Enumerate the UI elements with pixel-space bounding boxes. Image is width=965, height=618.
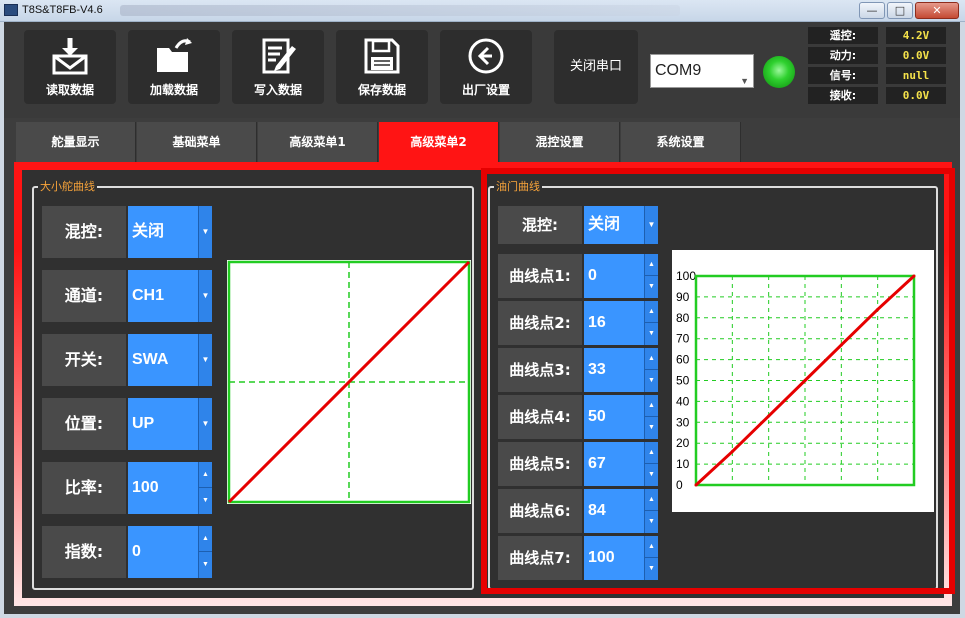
save-data-label: 保存数据 bbox=[357, 83, 406, 97]
expo-value: 0 bbox=[132, 543, 141, 560]
tab-servo-display[interactable]: 舵量显示 bbox=[16, 122, 136, 162]
title-bar: T8S&T8FB-V4.6 — □ ✕ bbox=[0, 0, 965, 22]
minimize-button[interactable]: — bbox=[859, 2, 885, 19]
spin-up-icon[interactable]: ▲ bbox=[199, 526, 212, 552]
com-port-value: COM9 bbox=[655, 62, 702, 79]
connection-led-indicator bbox=[763, 56, 795, 88]
rate-value: 100 bbox=[132, 479, 159, 496]
channel-value: CH1 bbox=[132, 287, 165, 304]
switch-select[interactable]: SWA ▼ bbox=[128, 334, 212, 386]
dual-rate-curve-title: 大小舵曲线 bbox=[38, 179, 97, 195]
status-power-value: 0.0V bbox=[886, 47, 946, 64]
position-label: 位置: bbox=[42, 398, 126, 450]
open-folder-icon bbox=[157, 38, 192, 72]
rate-label: 比率: bbox=[42, 462, 126, 514]
chevron-down-icon[interactable]: ▼ bbox=[198, 206, 212, 258]
rate-spinner[interactable]: 100 ▲ ▼ bbox=[128, 462, 212, 514]
mix-label: 混控: bbox=[42, 206, 126, 258]
expo-label: 指数: bbox=[42, 526, 126, 578]
channel-select[interactable]: CH1 ▼ bbox=[128, 270, 212, 322]
chevron-down-icon[interactable]: ▼ bbox=[198, 398, 212, 450]
chevron-down-icon: ▼ bbox=[740, 76, 749, 86]
dual-rate-curve-plot bbox=[227, 260, 471, 504]
tab-content-frame: 大小舵曲线 混控: 关闭 ▼ 通道: CH1 ▼ 开关: SWA ▼ 位置: UP ▼ … bbox=[14, 162, 955, 606]
mix-select[interactable]: 关闭 ▼ bbox=[128, 206, 212, 258]
close-button[interactable]: ✕ bbox=[915, 2, 959, 19]
position-value: UP bbox=[132, 415, 155, 432]
mix-value: 关闭 bbox=[132, 223, 165, 240]
close-serial-button[interactable]: 关闭串口 bbox=[554, 30, 638, 104]
toolbar: 读取数据 加载数据 写入数据 保存数据 出厂设置 关闭串口 COM9 ▼ 遥控:… bbox=[4, 22, 960, 118]
maximize-button[interactable]: □ bbox=[887, 2, 913, 19]
status-remote-value: 4.2V bbox=[886, 27, 946, 44]
tab-advanced-menu-1[interactable]: 高级菜单1 bbox=[258, 122, 378, 162]
spin-up-icon[interactable]: ▲ bbox=[199, 462, 212, 488]
tab-advanced-menu-2[interactable]: 高级菜单2 bbox=[379, 122, 499, 162]
tab-mix-settings[interactable]: 混控设置 bbox=[500, 122, 620, 162]
tab-system-settings[interactable]: 系统设置 bbox=[621, 122, 741, 162]
status-signal-value: null bbox=[886, 67, 946, 84]
status-power-label: 动力: bbox=[808, 47, 878, 64]
window-title: T8S&T8FB-V4.6 bbox=[22, 4, 103, 16]
expo-spinner[interactable]: 0 ▲ ▼ bbox=[128, 526, 212, 578]
reset-icon bbox=[468, 38, 504, 74]
factory-reset-button[interactable]: 出厂设置 bbox=[440, 30, 532, 104]
status-remote-label: 遥控: bbox=[808, 27, 878, 44]
load-data-button[interactable]: 加载数据 bbox=[128, 30, 220, 104]
switch-label: 开关: bbox=[42, 334, 126, 386]
load-data-label: 加载数据 bbox=[149, 83, 198, 97]
spin-down-icon[interactable]: ▼ bbox=[199, 552, 212, 578]
highlight-frame bbox=[481, 168, 955, 594]
channel-label: 通道: bbox=[42, 270, 126, 322]
save-icon bbox=[364, 38, 400, 74]
app-window: 读取数据 加载数据 写入数据 保存数据 出厂设置 关闭串口 COM9 ▼ 遥控:… bbox=[4, 22, 960, 614]
position-select[interactable]: UP ▼ bbox=[128, 398, 212, 450]
com-port-select[interactable]: COM9 ▼ bbox=[650, 54, 754, 88]
spin-down-icon[interactable]: ▼ bbox=[199, 488, 212, 514]
write-data-button[interactable]: 写入数据 bbox=[232, 30, 324, 104]
blurred-tabs-area bbox=[120, 5, 680, 16]
status-panel: 遥控: 4.2V 动力: 0.0V 信号: null 接收: 0.0V bbox=[808, 26, 946, 106]
app-icon bbox=[4, 4, 18, 16]
download-envelope-icon bbox=[52, 38, 88, 75]
edit-document-icon bbox=[262, 38, 296, 74]
chevron-down-icon[interactable]: ▼ bbox=[198, 334, 212, 386]
chevron-down-icon[interactable]: ▼ bbox=[198, 270, 212, 322]
factory-reset-label: 出厂设置 bbox=[461, 83, 510, 97]
save-data-button[interactable]: 保存数据 bbox=[336, 30, 428, 104]
tab-basic-menu[interactable]: 基础菜单 bbox=[137, 122, 257, 162]
status-signal-label: 信号: bbox=[808, 67, 878, 84]
switch-value: SWA bbox=[132, 351, 169, 368]
tab-content: 大小舵曲线 混控: 关闭 ▼ 通道: CH1 ▼ 开关: SWA ▼ 位置: UP ▼ … bbox=[22, 168, 955, 598]
read-data-label: 读取数据 bbox=[45, 83, 94, 97]
status-receiver-value: 0.0V bbox=[886, 87, 946, 104]
read-data-button[interactable]: 读取数据 bbox=[24, 30, 116, 104]
status-receiver-label: 接收: bbox=[808, 87, 878, 104]
dual-rate-curve-svg bbox=[227, 260, 471, 504]
write-data-label: 写入数据 bbox=[253, 83, 302, 97]
